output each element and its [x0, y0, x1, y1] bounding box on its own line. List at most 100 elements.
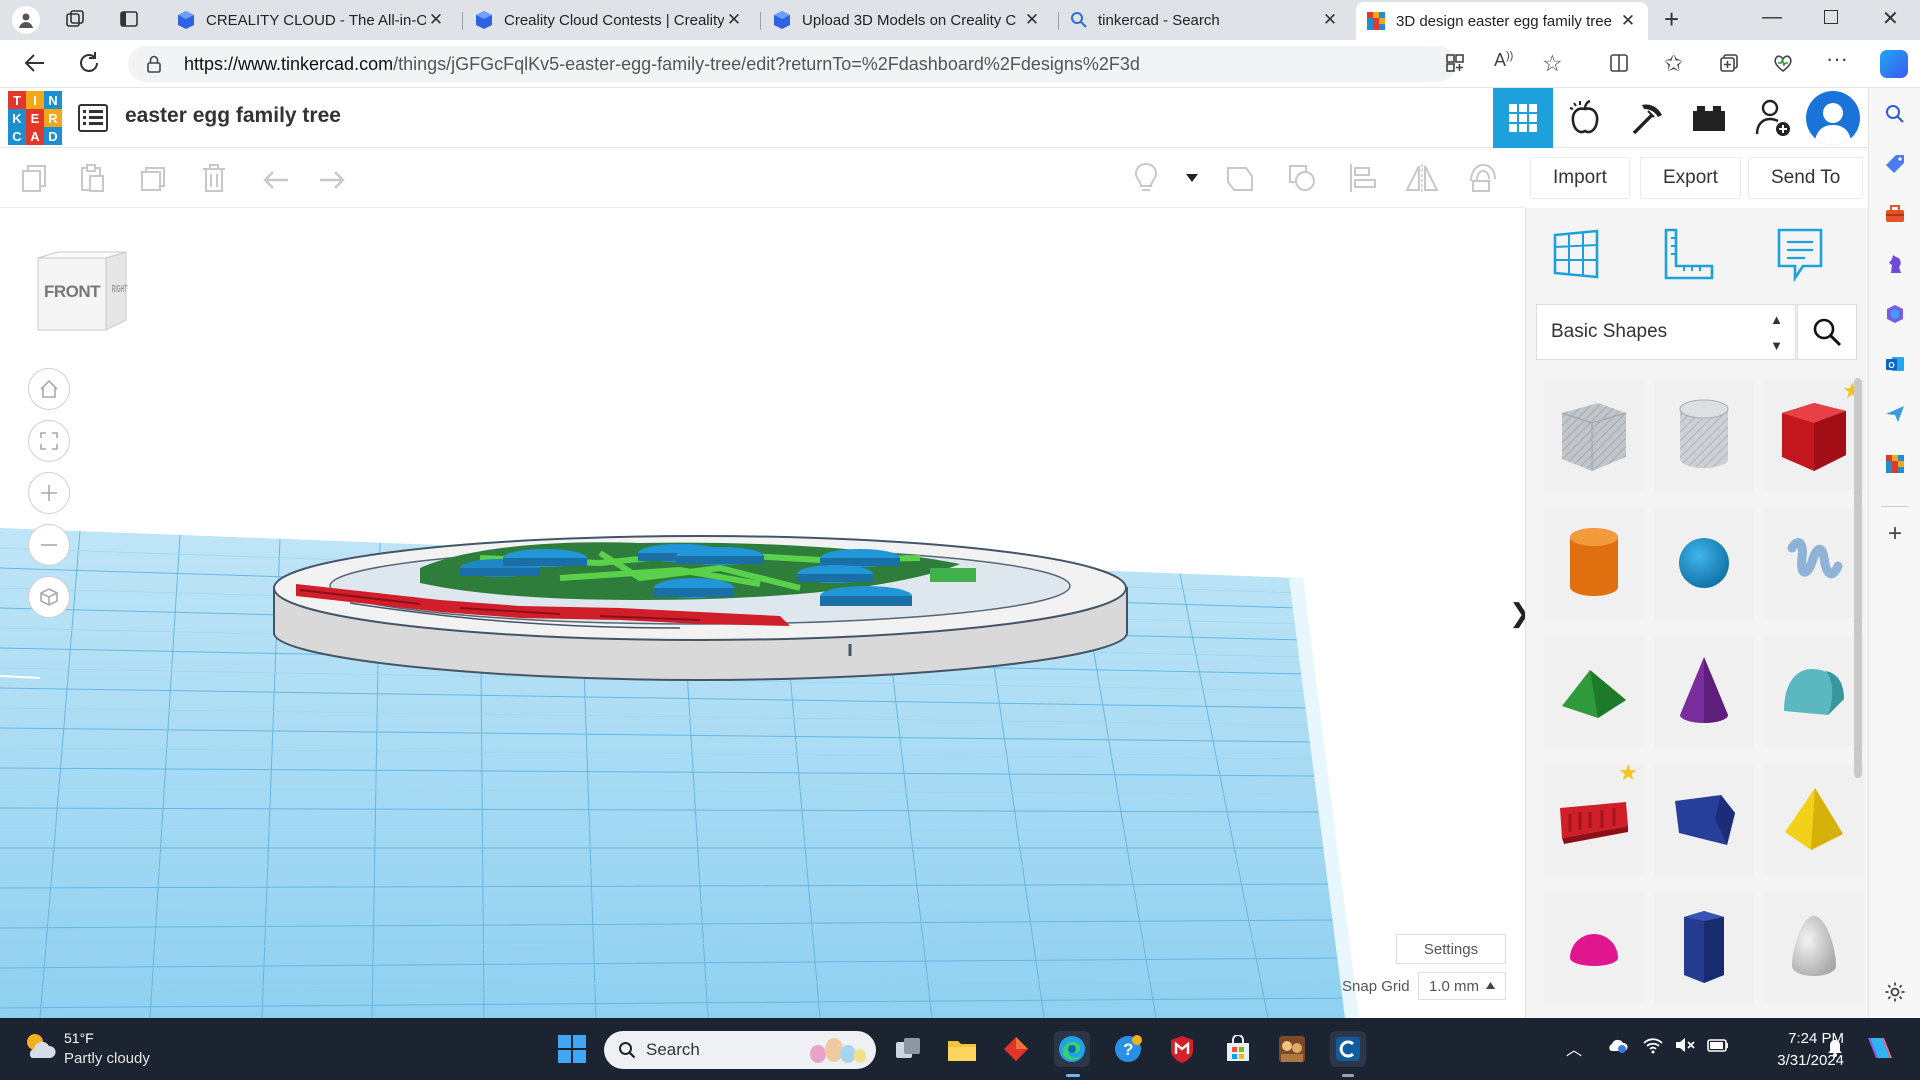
task-view-icon[interactable]: [890, 1031, 926, 1067]
zoom-out-button[interactable]: [28, 524, 70, 566]
zoom-in-button[interactable]: [28, 472, 70, 514]
home-view-button[interactable]: [28, 368, 70, 410]
shape-pyramid[interactable]: [1764, 764, 1864, 874]
lock-icon[interactable]: [146, 55, 162, 73]
shape-half-sphere[interactable]: [1544, 892, 1644, 1002]
shape-wedge[interactable]: [1654, 764, 1754, 874]
invite-user-button[interactable]: [1743, 88, 1803, 148]
tinkercad-logo[interactable]: T I N K E R C A D: [8, 91, 62, 145]
notes-icon[interactable]: [1772, 226, 1828, 282]
notification-bell-icon[interactable]: [1826, 1038, 1844, 1058]
export-button[interactable]: Export: [1640, 157, 1741, 199]
new-tab-button[interactable]: +: [1664, 4, 1679, 35]
shape-cone[interactable]: [1654, 636, 1754, 746]
shape-box[interactable]: ★: [1764, 378, 1864, 490]
show-hidden-icons[interactable]: ︿: [1566, 1036, 1582, 1060]
refresh-icon[interactable]: [76, 50, 102, 76]
tinkercad-icon[interactable]: [1881, 450, 1909, 478]
duplicate-icon[interactable]: [136, 160, 172, 196]
tab-actions-icon[interactable]: [118, 8, 140, 30]
volume-muted-icon[interactable]: [1674, 1036, 1696, 1054]
shape-round-roof[interactable]: [1764, 636, 1864, 746]
mcafee-icon[interactable]: [1164, 1031, 1200, 1067]
avatar[interactable]: [1806, 91, 1860, 145]
mirror-icon[interactable]: [1404, 160, 1440, 196]
search-icon[interactable]: [1881, 100, 1909, 128]
browser-tab[interactable]: Creality Cloud Contests | Creality ✕: [464, 4, 754, 36]
blocks-button[interactable]: [1617, 88, 1677, 148]
shape-sphere[interactable]: [1654, 508, 1754, 618]
photos-app-icon[interactable]: [1274, 1031, 1310, 1067]
taskbar-search[interactable]: Search: [604, 1031, 876, 1069]
creality-slicer-icon[interactable]: [1330, 1031, 1366, 1067]
paste-icon[interactable]: [74, 160, 110, 196]
import-button[interactable]: Import: [1530, 157, 1630, 199]
workplane-icon[interactable]: [1548, 226, 1604, 282]
sim-lab-button[interactable]: [1555, 88, 1615, 148]
copilot-icon[interactable]: [1880, 50, 1908, 78]
send-icon[interactable]: [1881, 400, 1909, 428]
design-title[interactable]: easter egg family tree: [125, 104, 341, 128]
app-available-icon[interactable]: [1444, 52, 1466, 74]
ortho-view-button[interactable]: [28, 576, 70, 618]
minimize-button[interactable]: —: [1762, 6, 1782, 29]
microsoft-store-icon[interactable]: [1220, 1031, 1256, 1067]
toolbox-icon[interactable]: [1881, 200, 1909, 228]
back-icon[interactable]: [22, 50, 48, 76]
url-field[interactable]: https://www.tinkercad.com/things/jGFGcFq…: [128, 46, 1456, 82]
panel-scrollbar[interactable]: [1854, 378, 1862, 778]
copy-icon[interactable]: [16, 160, 52, 196]
favorite-star-icon[interactable]: ☆: [1542, 50, 1563, 77]
browser-tab[interactable]: Upload 3D Models on Creality C ✕: [762, 4, 1052, 36]
ruler-icon[interactable]: [1660, 226, 1716, 282]
gear-icon[interactable]: [1881, 978, 1909, 1006]
more-options-icon[interactable]: ···: [1826, 46, 1848, 72]
favorites-icon[interactable]: ✩: [1664, 50, 1683, 77]
lightbulb-icon[interactable]: [1128, 160, 1164, 196]
chevron-down-icon[interactable]: [1174, 160, 1210, 196]
close-icon[interactable]: ✕: [1320, 10, 1340, 30]
design-list-icon[interactable]: [78, 104, 108, 132]
copilot-taskbar-icon[interactable]: [1864, 1032, 1896, 1064]
collections-icon[interactable]: [1718, 52, 1740, 74]
close-icon[interactable]: ✕: [426, 10, 446, 30]
outlook-icon[interactable]: O: [1881, 350, 1909, 378]
redo-icon[interactable]: [314, 160, 350, 196]
app-red-diamond-icon[interactable]: [998, 1031, 1034, 1067]
shape-box-hole[interactable]: [1544, 380, 1644, 490]
split-screen-icon[interactable]: [1608, 52, 1630, 74]
delete-icon[interactable]: [196, 160, 232, 196]
easter-egg-family-tree-model[interactable]: [273, 535, 1128, 682]
chess-icon[interactable]: [1881, 250, 1909, 278]
battery-icon[interactable]: [1706, 1036, 1730, 1054]
workspaces-icon[interactable]: [64, 8, 86, 30]
close-window-button[interactable]: ✕: [1882, 6, 1899, 31]
ungroup-icon[interactable]: [1284, 160, 1320, 196]
send-to-button[interactable]: Send To: [1748, 157, 1864, 199]
browser-essentials-icon[interactable]: [1772, 52, 1794, 74]
wifi-icon[interactable]: [1642, 1036, 1664, 1054]
microsoft-365-icon[interactable]: [1881, 300, 1909, 328]
3d-view-button[interactable]: [1493, 88, 1553, 148]
shape-scribble[interactable]: [1764, 508, 1864, 618]
undo-icon[interactable]: [258, 160, 294, 196]
help-icon[interactable]: ?: [1110, 1031, 1146, 1067]
shape-cylinder-hole[interactable]: [1654, 380, 1754, 490]
weather-icon[interactable]: [22, 1030, 56, 1062]
cruise-icon[interactable]: [1464, 160, 1500, 196]
browser-tab[interactable]: tinkercad - Search ✕: [1060, 4, 1350, 36]
edge-browser-icon[interactable]: [1054, 1031, 1090, 1067]
browser-tab[interactable]: CREALITY CLOUD - The All-in-On ✕: [166, 4, 456, 36]
shape-polygon[interactable]: [1654, 892, 1754, 1002]
browser-tab-active[interactable]: 3D design easter egg family tree ✕: [1356, 2, 1648, 40]
shape-cylinder[interactable]: [1544, 508, 1644, 618]
maximize-button[interactable]: [1824, 10, 1838, 24]
profile-icon[interactable]: [12, 6, 40, 34]
shape-library-select[interactable]: Basic Shapes ▲ ▼: [1536, 304, 1796, 360]
read-aloud-icon[interactable]: A)): [1494, 50, 1513, 71]
settings-button[interactable]: Settings: [1396, 934, 1506, 964]
shape-text[interactable]: ★: [1544, 760, 1644, 874]
close-icon[interactable]: ✕: [1022, 10, 1042, 30]
snap-grid-select[interactable]: 1.0 mm: [1418, 972, 1506, 1000]
3d-workplane[interactable]: FRONT RIGHT Settings Snap Grid 1.0 mm: [0, 208, 1525, 1018]
